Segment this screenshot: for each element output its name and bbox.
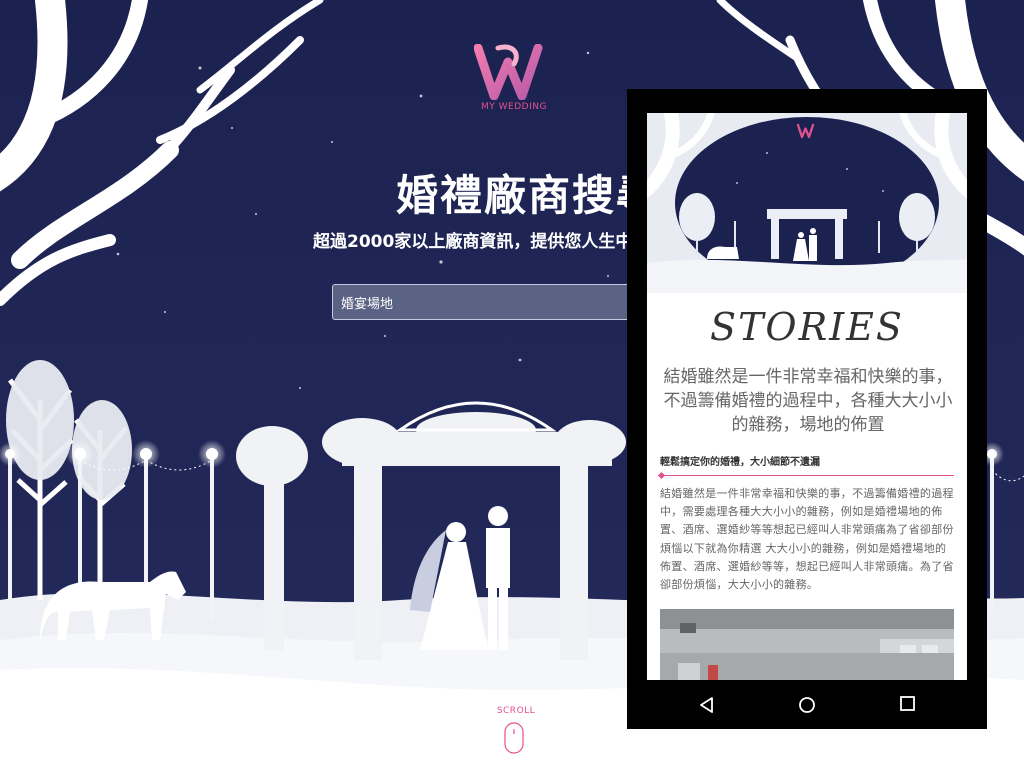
article-body: 結婚雖然是一件非常幸福和快樂的事，不過籌備婚禮的過程中，需要處理各種大大小小的雜… (660, 487, 954, 592)
phone-screen: STORIES 結婚雖然是一件非常幸福和快樂的事，不過籌備婚禮的過程中，各種大大… (647, 113, 967, 680)
section-heading: 輕鬆搞定你的婚禮，大小細節不遺漏 (660, 457, 820, 468)
home-circle-icon[interactable] (797, 695, 817, 715)
phone-hero-illustration (647, 113, 967, 293)
stories-lead: 結婚雖然是一件非常幸福和快樂的事，不過籌備婚禮的過程中，各種大大小小的雜務，場地… (663, 367, 953, 435)
hero-title: 婚禮廠商搜尋 (396, 171, 661, 220)
w-logo-icon[interactable] (474, 44, 554, 100)
divider-diamond (657, 471, 666, 480)
scroll-label: SCROLL (496, 706, 536, 716)
w-logo-icon (797, 123, 815, 139)
phone-mockup: STORIES 結婚雖然是一件非常幸福和快樂的事，不過籌備婚禮的過程中，各種大大… (627, 89, 987, 729)
hero-subtitle: 超過2000家以上廠商資訊，提供您人生中 (313, 232, 633, 252)
recent-square-icon[interactable] (899, 695, 917, 713)
brand-name: MY WEDDING (481, 102, 547, 112)
stories-title: STORIES (710, 305, 904, 349)
venue-photo[interactable] (660, 609, 954, 680)
android-nav-bar (627, 681, 987, 729)
vendor-search-input[interactable] (332, 284, 662, 320)
section-divider (660, 475, 954, 476)
mouse-icon[interactable] (504, 722, 524, 754)
back-triangle-icon[interactable] (697, 695, 717, 715)
